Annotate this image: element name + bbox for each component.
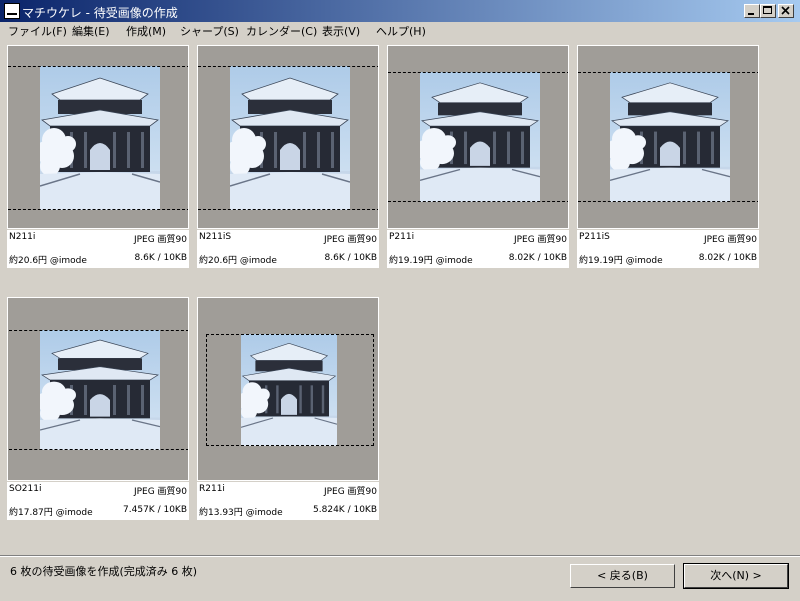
preview-tile[interactable]: P211iS JPEG 画質90 約19.19円 @imode 8.02K / 10K…	[577, 45, 759, 268]
file-size-label: 5.824K / 10KB	[313, 505, 377, 515]
preview-tile[interactable]: P211i JPEG 画質90 約19.19円 @imode 8.02K / 10KB	[387, 45, 569, 268]
minimize-button[interactable]	[744, 4, 760, 18]
preview-tile[interactable]: SO211i JPEG 画質90 約17.87円 @imode 7.457K / 10…	[7, 297, 189, 520]
title-bar: マチウケレ - 待受画像の作成	[0, 0, 800, 22]
back-button[interactable]: < 戻る(B)	[570, 564, 675, 588]
status-message: 6 枚の待受画像を作成(完成済み 6 枚)	[10, 565, 198, 578]
file-size-label: 7.457K / 10KB	[123, 505, 187, 515]
quality-label: JPEG 画質90	[133, 487, 187, 497]
cost-label: 約20.6円 @imode	[9, 256, 87, 266]
tile-info: N211iS JPEG 画質90 約20.6円 @imode 8.6K / 10KB	[197, 230, 379, 268]
preview-canvas	[387, 45, 569, 229]
menu-help[interactable]: ヘルプ(H)	[376, 23, 426, 39]
menu-create[interactable]: 作成(M)	[126, 23, 166, 39]
model-name: N211i	[9, 232, 36, 242]
file-size-label: 8.02K / 10KB	[698, 253, 757, 263]
menu-sharp[interactable]: シャープ(S)	[180, 23, 239, 39]
quality-label: JPEG 画質90	[513, 235, 567, 245]
next-button[interactable]: 次へ(N) >	[683, 563, 789, 589]
screen-area-frame	[198, 66, 378, 210]
screen-area-frame	[9, 330, 188, 450]
menu-file[interactable]: ファイル(F)	[8, 23, 67, 39]
status-bar: 6 枚の待受画像を作成(完成済み 6 枚) < 戻る(B) 次へ(N) >	[0, 555, 800, 601]
cost-label: 約20.6円 @imode	[199, 256, 277, 266]
menu-view[interactable]: 表示(V)	[322, 23, 360, 39]
preview-canvas	[7, 297, 189, 481]
menu-calendar[interactable]: カレンダー(C)	[246, 23, 317, 39]
model-name: P211iS	[579, 232, 610, 242]
model-name: N211iS	[199, 232, 232, 242]
cost-label: 約19.19円 @imode	[579, 256, 663, 266]
window-title: マチウケレ - 待受画像の作成	[22, 6, 178, 20]
tile-info: N211i JPEG 画質90 約20.6円 @imode 8.6K / 10KB	[7, 230, 189, 268]
screen-area-frame	[388, 72, 568, 202]
preview-tile[interactable]: N211iS JPEG 画質90 約20.6円 @imode 8.6K / 10KB	[197, 45, 379, 268]
tile-info: P211iS JPEG 画質90 約19.19円 @imode 8.02K / 10K…	[577, 230, 759, 268]
menu-edit[interactable]: 編集(E)	[72, 23, 110, 39]
tile-info: R211i JPEG 画質90 約13.93円 @imode 5.824K / 10K…	[197, 482, 379, 520]
quality-label: JPEG 画質90	[133, 235, 187, 245]
quality-label: JPEG 画質90	[323, 235, 377, 245]
tile-info: P211i JPEG 画質90 約19.19円 @imode 8.02K / 10KB	[387, 230, 569, 268]
preview-canvas	[7, 45, 189, 229]
file-size-label: 8.6K / 10KB	[324, 253, 378, 263]
quality-label: JPEG 画質90	[703, 235, 757, 245]
quality-label: JPEG 画質90	[323, 487, 377, 497]
cost-label: 約19.19円 @imode	[389, 256, 473, 266]
model-name: SO211i	[9, 484, 42, 494]
screen-area-frame	[578, 72, 758, 202]
preview-tile[interactable]: R211i JPEG 画質90 約13.93円 @imode 5.824K / 10K…	[197, 297, 379, 520]
file-size-label: 8.6K / 10KB	[134, 253, 188, 263]
preview-tile[interactable]: N211i JPEG 画質90 約20.6円 @imode 8.6K / 10KB	[7, 45, 189, 268]
maximize-button[interactable]	[760, 4, 776, 18]
screen-area-frame	[8, 66, 188, 210]
menu-bar: ファイル(F) 編集(E) 作成(M) シャープ(S) カレンダー(C) 表示(…	[0, 22, 800, 40]
preview-canvas	[577, 45, 759, 229]
close-button[interactable]	[778, 4, 794, 18]
screen-area-frame	[206, 334, 374, 446]
app-icon	[4, 3, 20, 19]
preview-canvas	[197, 297, 379, 481]
file-size-label: 8.02K / 10KB	[508, 253, 567, 263]
model-name: P211i	[389, 232, 415, 242]
tile-info: SO211i JPEG 画質90 約17.87円 @imode 7.457K / 10…	[7, 482, 189, 520]
cost-label: 約13.93円 @imode	[199, 508, 283, 518]
preview-canvas	[197, 45, 379, 229]
cost-label: 約17.87円 @imode	[9, 508, 93, 518]
model-name: R211i	[199, 484, 225, 494]
